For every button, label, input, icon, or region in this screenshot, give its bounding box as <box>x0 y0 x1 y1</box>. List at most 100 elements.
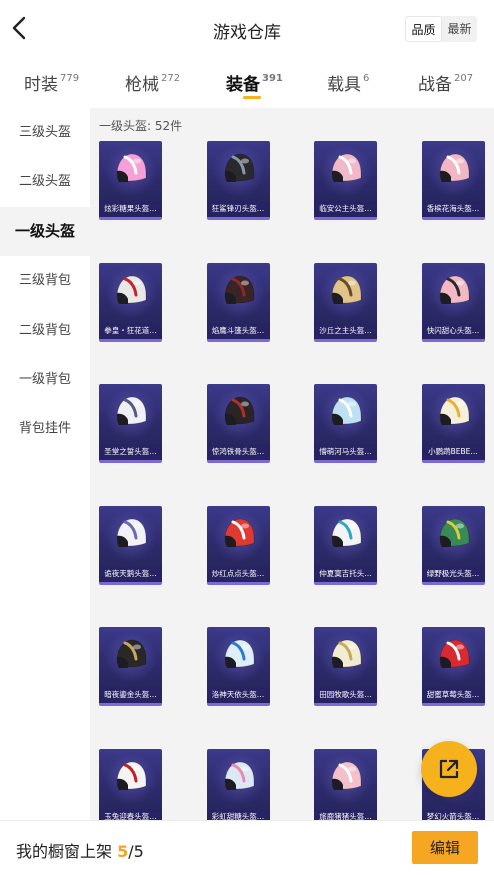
sidebar-item-level1-backpack[interactable]: 一级背包 <box>0 355 90 404</box>
sort-quality-button[interactable]: 品质 <box>405 16 442 42</box>
item-card[interactable]: 沙丘之主头盔… <box>314 262 377 342</box>
helmet-icon <box>439 396 469 425</box>
sidebar-item-level2-backpack[interactable]: 二级背包 <box>0 306 90 355</box>
share-button[interactable] <box>421 741 477 797</box>
tab-label: 战备 <box>418 75 452 95</box>
item-card[interactable]: 田园牧歌头盔… <box>314 627 377 706</box>
item-count-heading: 一级头盔: 52件 <box>99 119 183 133</box>
item-card[interactable]: 懵萌河马头盔… <box>314 384 377 463</box>
sidebar: 三级头盔 二级头盔 一级头盔 三级背包 二级背包 一级背包 背包挂件 <box>0 108 90 820</box>
item-card[interactable]: 炒红点点头盔… <box>206 505 270 585</box>
item-card[interactable]: 彩虹甜糖头盔… <box>206 748 270 820</box>
helmet-icon <box>439 153 469 182</box>
sidebar-item-level3-backpack[interactable]: 三级背包 <box>0 256 90 305</box>
tab-fashion[interactable]: 时装 779 <box>24 70 79 95</box>
item-name: 甜蜜草莓头盔… <box>421 687 485 703</box>
item-name: 彩虹甜糖头盔… <box>206 808 270 820</box>
item-card[interactable]: 绿野极光头盔… <box>421 505 485 585</box>
item-card[interactable]: 临安公主头盔… <box>314 141 377 220</box>
item-card[interactable]: 小鹦鹉BEBE… <box>421 384 485 463</box>
helmet-icon <box>439 518 469 547</box>
helmet-icon <box>224 761 254 790</box>
helmet-icon <box>224 153 254 182</box>
sidebar-item-level3-helmet[interactable]: 三级头盔 <box>0 108 90 157</box>
item-card[interactable]: 拳皇・狂花道… <box>99 262 162 342</box>
item-card[interactable]: 甜蜜草莓头盔… <box>421 627 485 706</box>
item-name: 旅鹿猪猪头盔… <box>314 808 377 820</box>
helmet-icon <box>116 639 147 668</box>
sort-newest-button[interactable]: 最新 <box>442 16 477 42</box>
active-tab-indicator <box>243 96 261 99</box>
item-card[interactable]: 诡夜天鹅头盔… <box>99 505 162 585</box>
item-card[interactable]: 仲夏寞吉托头… <box>314 505 377 585</box>
item-card[interactable]: 惊鸿铁骨头盔… <box>206 384 270 463</box>
item-panel: 一级头盔: 52件 炫彩糖果头盔… 狂鲨锋刃头盔… 临安公主头盔… 香槟花海头盔… 拳皇… <box>90 108 494 820</box>
sort-toggle: 品质 最新 <box>405 16 477 42</box>
helmet-icon <box>116 396 147 425</box>
item-name: 香槟花海头盔… <box>421 201 485 217</box>
tab-label: 枪械 <box>125 75 159 95</box>
item-name: 圣堂之誓头盔… <box>99 444 162 460</box>
tab-supplies[interactable]: 战备 207 <box>418 70 473 95</box>
tab-count: 207 <box>454 73 474 84</box>
item-card[interactable]: 炫彩糖果头盔… <box>99 141 162 220</box>
helmet-icon <box>439 275 469 304</box>
tab-equipment[interactable]: 装备 391 <box>226 70 283 95</box>
item-card[interactable]: 洛神天依头盔… <box>206 627 270 706</box>
item-name: 绿野极光头盔… <box>421 565 485 582</box>
tab-count: 272 <box>161 73 181 84</box>
item-name: 仲夏寞吉托头… <box>314 565 377 582</box>
helmet-icon <box>439 639 469 668</box>
item-card[interactable]: 快闪甜心头盔… <box>421 262 485 342</box>
helmet-icon <box>224 639 254 668</box>
tab-label: 时装 <box>24 75 58 95</box>
helmet-icon <box>331 639 362 668</box>
item-name: 炒红点点头盔… <box>206 565 270 582</box>
tab-count: 779 <box>60 73 80 84</box>
helmet-icon <box>331 275 362 304</box>
showcase-label: 我的橱窗上架 <box>16 842 113 861</box>
item-name: 梦幻火箭头盔… <box>421 808 485 820</box>
item-name: 懵萌河马头盔… <box>314 444 377 460</box>
helmet-icon <box>224 396 254 425</box>
item-name: 炫彩糖果头盔… <box>99 201 162 217</box>
item-name: 洛神天依头盔… <box>206 687 270 703</box>
tab-count: 6 <box>363 73 370 84</box>
helmet-icon <box>331 396 362 425</box>
showcase-total-count: /5 <box>128 842 144 861</box>
helmet-icon <box>331 518 362 547</box>
item-name: 狂鲨锋刃头盔… <box>206 201 270 217</box>
item-name: 田园牧歌头盔… <box>314 687 377 703</box>
helmet-icon <box>116 275 147 304</box>
item-card[interactable]: 圣堂之誓头盔… <box>99 384 162 463</box>
item-name: 拳皇・狂花道… <box>99 322 162 339</box>
item-card[interactable]: 玉兔迎春头盔… <box>99 748 162 820</box>
item-card[interactable]: 焰鹰斗篷头盔… <box>206 262 270 342</box>
showcase-status: 我的橱窗上架 5/5 <box>16 838 144 862</box>
item-name: 临安公主头盔… <box>314 201 377 217</box>
header: 游戏仓库 品质 最新 <box>0 0 494 58</box>
helmet-icon <box>116 761 147 790</box>
item-card[interactable]: 旅鹿猪猪头盔… <box>314 748 377 820</box>
sidebar-item-backpack-charm[interactable]: 背包挂件 <box>0 404 90 453</box>
helmet-icon <box>116 518 147 547</box>
item-card[interactable]: 香槟花海头盔… <box>421 141 485 220</box>
edit-button[interactable]: 编辑 <box>412 831 478 864</box>
helmet-icon <box>224 518 254 547</box>
share-icon <box>439 759 459 779</box>
tab-label: 载具 <box>327 75 361 95</box>
helmet-icon <box>224 275 254 304</box>
tab-vehicles[interactable]: 载具 6 <box>327 70 369 95</box>
sidebar-item-level1-helmet[interactable]: 一级头盔 <box>0 206 90 257</box>
bottom-bar: 我的橱窗上架 5/5 编辑 <box>0 820 494 875</box>
item-name: 暗夜鎏金头盔… <box>99 687 162 703</box>
item-card[interactable]: 暗夜鎏金头盔… <box>99 627 162 706</box>
tab-label: 装备 <box>226 75 260 95</box>
sidebar-item-level2-helmet[interactable]: 二级头盔 <box>0 157 90 206</box>
tab-count: 391 <box>262 73 283 84</box>
item-name: 焰鹰斗篷头盔… <box>206 322 270 339</box>
helmet-icon <box>331 761 362 790</box>
item-card[interactable]: 狂鲨锋刃头盔… <box>206 141 270 220</box>
tab-firearms[interactable]: 枪械 272 <box>125 70 180 95</box>
item-name: 玉兔迎春头盔… <box>99 808 162 820</box>
